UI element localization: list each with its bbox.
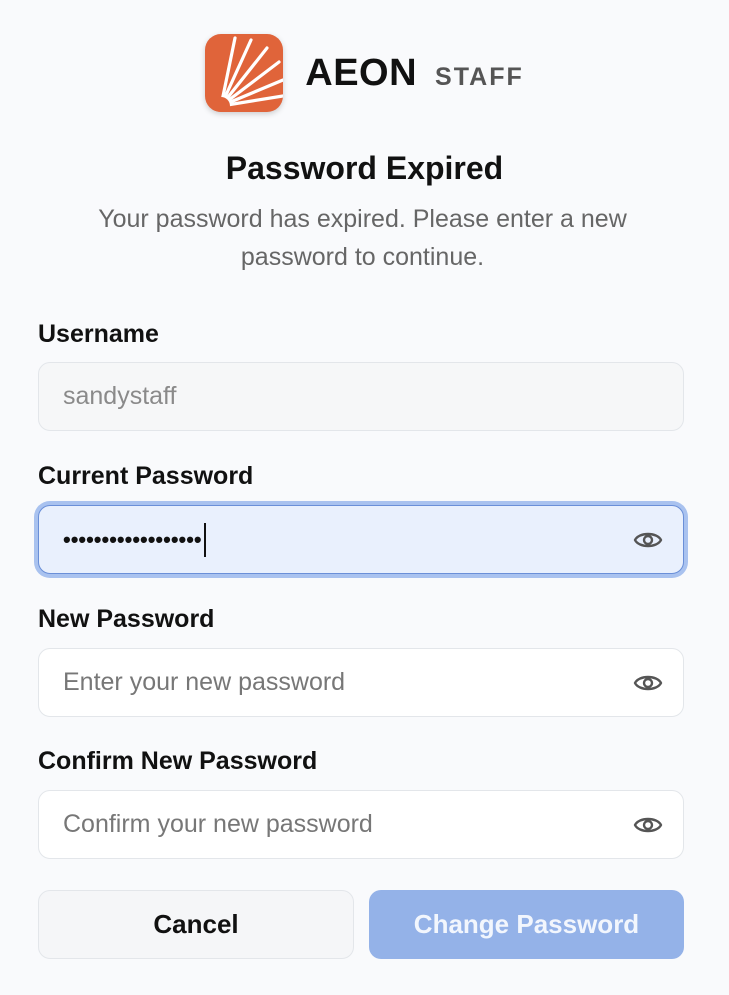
page-subtitle: Your password has expired. Please enter … bbox=[98, 205, 627, 271]
confirm-password-placeholder: Confirm your new password bbox=[63, 810, 373, 838]
current-password-field[interactable]: •••••••••••••••••• bbox=[38, 505, 684, 574]
sunburst-logo-icon bbox=[205, 34, 284, 112]
new-password-label: New Password bbox=[38, 605, 215, 633]
brand-name: AEON bbox=[305, 51, 418, 94]
text-caret bbox=[203, 522, 206, 557]
brand-subtitle: STAFF bbox=[435, 62, 524, 91]
username-label: Username bbox=[38, 320, 159, 348]
eye-icon[interactable] bbox=[633, 526, 663, 554]
new-password-field[interactable]: Enter your new password bbox=[38, 648, 684, 717]
change-password-button[interactable]: Change Password bbox=[369, 890, 684, 959]
cancel-button[interactable]: Cancel bbox=[38, 890, 354, 959]
current-password-label: Current Password bbox=[38, 462, 254, 490]
confirm-password-label: Confirm New Password bbox=[38, 747, 318, 775]
current-password-value: •••••••••••••••••• bbox=[63, 526, 202, 552]
confirm-password-field[interactable]: Confirm your new password bbox=[38, 790, 684, 859]
new-password-placeholder: Enter your new password bbox=[63, 668, 346, 696]
username-field: sandystaff bbox=[38, 362, 684, 431]
eye-icon[interactable] bbox=[633, 811, 663, 839]
password-expired-page: AEON STAFF Password Expired Your passwor… bbox=[0, 0, 729, 995]
page-title: Password Expired bbox=[225, 150, 504, 186]
username-value: sandystaff bbox=[63, 382, 177, 410]
brand-header: AEON STAFF bbox=[0, 34, 729, 112]
eye-icon[interactable] bbox=[633, 669, 663, 697]
